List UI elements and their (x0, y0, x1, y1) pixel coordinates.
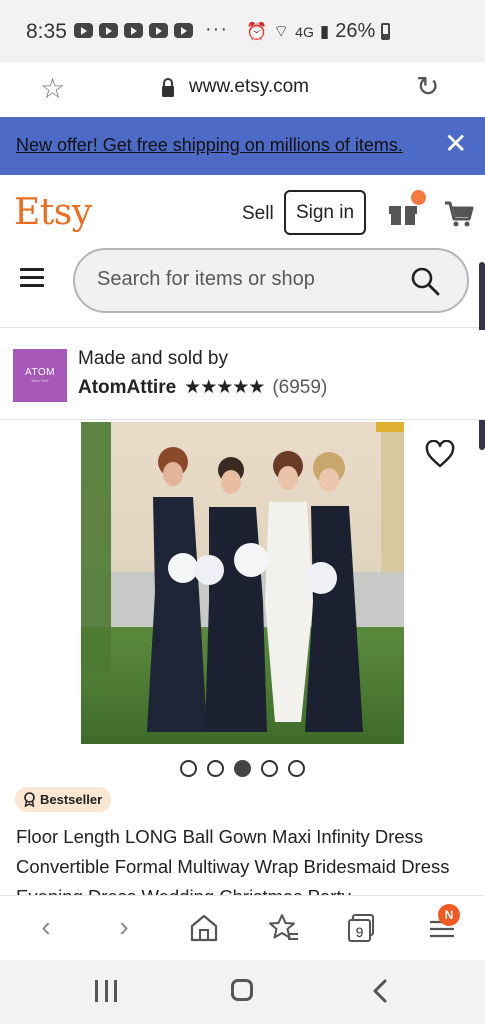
bookmark-star-icon[interactable]: ☆ (40, 72, 65, 105)
favorite-heart-icon[interactable] (425, 440, 455, 468)
system-status: ⏰ ⌔ 4G ▮ 26% (246, 20, 391, 43)
review-count: (6959) (272, 376, 328, 398)
made-by-label: Made and sold by (78, 348, 228, 369)
youtube-icon (124, 23, 143, 38)
youtube-icon (174, 23, 193, 38)
listing-image[interactable] (81, 422, 404, 744)
offer-link[interactable]: New offer! Get free shipping on millions… (16, 135, 403, 156)
tabs-icon[interactable]: 9 (346, 912, 378, 944)
bridesmaids-photo (81, 422, 404, 744)
bookmarks-star-icon[interactable] (268, 912, 300, 944)
battery-icon (381, 23, 391, 40)
url-text[interactable]: www.etsy.com (189, 76, 309, 98)
sell-link[interactable]: Sell (242, 203, 274, 225)
status-time: 8:35 (26, 20, 67, 43)
recent-apps-icon[interactable] (95, 980, 117, 1002)
tabs-count: 9 (356, 924, 364, 940)
back-arrow-icon[interactable]: ‹ (30, 912, 62, 944)
image-carousel-dots (180, 760, 305, 777)
network-type: 4G (295, 23, 314, 40)
carousel-dot[interactable] (207, 760, 224, 777)
more-notifications-icon: ··· (205, 18, 228, 40)
browser-url-bar: ☆ www.etsy.com ↻ (0, 62, 485, 116)
carousel-dot[interactable] (288, 760, 305, 777)
offer-banner: New offer! Get free shipping on millions… (0, 117, 485, 175)
browser-toolbar: ‹ › 9 (0, 895, 485, 959)
site-header: Etsy Sell Sign in (0, 176, 485, 328)
battery-percent: 26% (335, 20, 376, 42)
lock-icon (162, 78, 174, 97)
etsy-logo[interactable]: Etsy (14, 192, 92, 233)
gift-icon[interactable] (388, 200, 418, 226)
back-icon[interactable] (370, 978, 390, 1004)
signal-icon: ▮ (319, 21, 330, 41)
sign-in-button[interactable]: Sign in (284, 190, 366, 235)
bestseller-label: Bestseller (40, 792, 103, 807)
menu-notification-badge: N (438, 904, 460, 926)
search-icon[interactable] (410, 266, 440, 296)
youtube-icon (149, 23, 168, 38)
shop-info: ATOM New York Made and sold by AtomAttir… (0, 330, 485, 420)
carousel-dot-active[interactable] (234, 760, 251, 777)
shop-name[interactable]: AtomAttire (78, 377, 176, 399)
carousel-dot[interactable] (261, 760, 278, 777)
menu-icon[interactable] (20, 268, 44, 287)
android-nav-bar (0, 960, 485, 1024)
bestseller-badge: Bestseller (15, 787, 112, 812)
notification-icons (74, 23, 193, 38)
shop-avatar[interactable]: ATOM New York (13, 349, 67, 402)
youtube-icon (74, 23, 93, 38)
close-icon[interactable]: ✕ (444, 130, 467, 158)
reload-icon[interactable]: ↻ (416, 70, 439, 103)
search-input[interactable] (97, 268, 397, 291)
wifi-icon: ⌔ (273, 22, 290, 41)
home-button-icon[interactable] (231, 979, 253, 1001)
search-bar[interactable] (73, 248, 469, 313)
rating-stars: ★★★★★ (184, 377, 265, 398)
forward-arrow-icon[interactable]: › (108, 912, 140, 944)
home-icon[interactable] (188, 912, 220, 944)
alarm-icon: ⏰ (246, 21, 268, 41)
carousel-dot[interactable] (180, 760, 197, 777)
cart-icon[interactable] (444, 200, 474, 228)
status-bar: 8:35 ··· ⏰ ⌔ 4G ▮ 26% (0, 0, 485, 62)
listing-title: Floor Length LONG Ball Gown Maxi Infinit… (16, 826, 450, 896)
shop-rating-line: AtomAttire ★★★★★ (6959) (78, 376, 327, 399)
youtube-icon (99, 23, 118, 38)
notification-dot (411, 190, 426, 205)
award-ribbon-icon (24, 792, 35, 807)
